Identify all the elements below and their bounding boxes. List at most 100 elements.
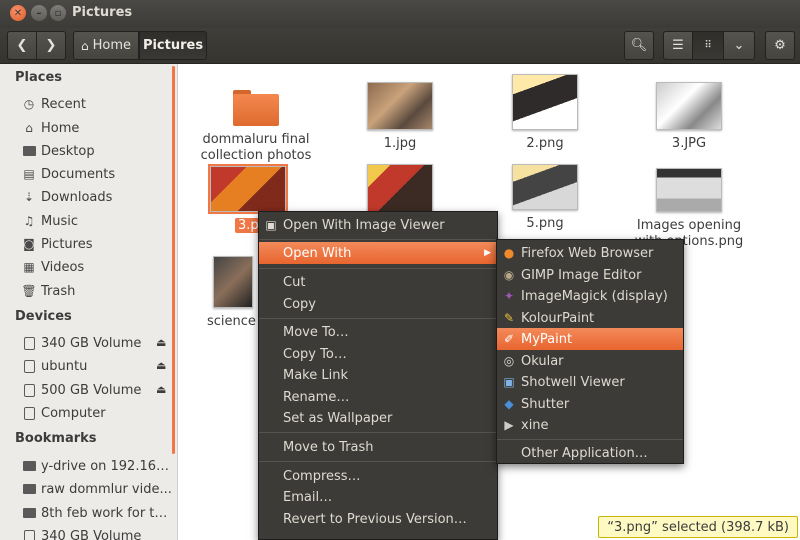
- grid-view-button[interactable]: ⠿: [692, 31, 724, 60]
- app-item-other-application[interactable]: Other Application…: [497, 442, 683, 464]
- maximize-window-button[interactable]: ▫: [50, 5, 66, 21]
- eject-icon[interactable]: ⏏: [156, 383, 166, 396]
- clock-icon: ◷: [23, 97, 35, 111]
- sidebar-item-500gb-volume[interactable]: 500 GB Volume: [22, 379, 174, 401]
- menu-item-open-with[interactable]: Open With ▶: [259, 242, 497, 264]
- minimize-window-button[interactable]: –: [31, 5, 47, 21]
- firefox-icon: ●: [503, 246, 515, 260]
- image-thumbnail: [367, 82, 433, 130]
- okular-icon: ◎: [503, 354, 515, 368]
- folder-icon: [22, 146, 36, 156]
- film-icon: ▦: [23, 260, 35, 274]
- gimp-icon: ◉: [503, 268, 515, 282]
- settings-button[interactable]: ⚙: [765, 31, 795, 60]
- sidebar-item-downloads[interactable]: ⇣ Downloads: [22, 186, 174, 208]
- image-viewer-icon: ▣: [265, 218, 277, 232]
- sidebar-heading-places: Places: [15, 70, 63, 85]
- sidebar-item-documents[interactable]: ▤ Documents: [22, 163, 174, 185]
- menu-item-move-to-trash[interactable]: Move to Trash: [259, 436, 497, 458]
- sidebar-item-ubuntu[interactable]: ubuntu: [22, 355, 174, 377]
- app-item-mypaint[interactable]: ✐ MyPaint: [497, 328, 683, 350]
- app-item-shotwell[interactable]: ▣ Shotwell Viewer: [497, 371, 683, 393]
- sidebar-item-desktop[interactable]: Desktop: [22, 140, 174, 162]
- menu-item-open-with-image-viewer[interactable]: ▣ Open With Image Viewer: [259, 214, 497, 236]
- sidebar-item-recent[interactable]: ◷ Recent: [22, 93, 174, 115]
- file-item[interactable]: [335, 164, 465, 214]
- app-item-xine[interactable]: ▶ xine: [497, 414, 683, 436]
- forward-button[interactable]: ❯: [36, 31, 66, 60]
- app-item-firefox[interactable]: ● Firefox Web Browser: [497, 242, 683, 264]
- chevron-right-icon: ❯: [45, 38, 57, 53]
- file-item[interactable]: 5.png: [480, 164, 610, 232]
- file-item[interactable]: Images opening with options.png: [624, 168, 754, 250]
- drive-icon: [22, 359, 36, 373]
- sidebar: Places ◷ Recent ⌂ Home Desktop ▤ Documents …: [0, 64, 178, 540]
- menu-item-compress[interactable]: Compress…: [259, 465, 497, 487]
- back-button[interactable]: ❮: [7, 31, 37, 60]
- menu-separator: [497, 439, 683, 440]
- context-menu: ▣ Open With Image Viewer Open With ▶ Cut C…: [258, 211, 498, 540]
- close-window-button[interactable]: ✕: [10, 5, 26, 21]
- sidebar-item-computer[interactable]: Computer: [22, 402, 174, 424]
- file-item[interactable]: 1.jpg: [335, 82, 465, 152]
- menu-item-copy[interactable]: Copy: [259, 293, 497, 315]
- toolbar: ❮ ❯ ⌂ Home Pictures 🔍︎ ☰ ⠿ ⌄ ⚙: [0, 28, 800, 64]
- list-icon: ☰: [672, 38, 684, 53]
- sidebar-item-videos[interactable]: ▦ Videos: [22, 256, 174, 278]
- view-options-button[interactable]: ⌄: [723, 31, 755, 60]
- image-thumbnail: [512, 74, 578, 130]
- menu-item-cut[interactable]: Cut: [259, 271, 497, 293]
- eject-icon[interactable]: ⏏: [156, 359, 166, 372]
- search-icon: 🔍︎: [630, 38, 648, 53]
- app-item-imagemagick[interactable]: ✦ ImageMagick (display): [497, 285, 683, 307]
- breadcrumb-home[interactable]: ⌂ Home: [73, 31, 139, 60]
- image-thumbnail: [656, 168, 722, 212]
- image-thumbnail: [213, 256, 253, 308]
- window-title: Pictures: [72, 5, 133, 20]
- app-item-gimp[interactable]: ◉ GIMP Image Editor: [497, 264, 683, 286]
- image-thumbnail: [656, 82, 722, 130]
- menu-item-move-to[interactable]: Move To…: [259, 321, 497, 343]
- menu-separator: [259, 318, 497, 319]
- breadcrumb-pictures[interactable]: Pictures: [139, 31, 207, 60]
- list-view-button[interactable]: ☰: [663, 31, 693, 60]
- file-item[interactable]: 3.JPG: [624, 82, 754, 152]
- menu-item-make-link[interactable]: Make Link: [259, 364, 497, 386]
- app-item-kolourpaint[interactable]: ✎ KolourPaint: [497, 307, 683, 329]
- eject-icon[interactable]: ⏏: [156, 336, 166, 349]
- file-item-folder[interactable]: dommaluru final collection photos: [191, 78, 321, 164]
- menu-item-rename[interactable]: Rename…: [259, 386, 497, 408]
- sidebar-item-bookmark[interactable]: raw dommlur vide...: [22, 478, 174, 500]
- sidebar-item-trash[interactable]: 🗑︎ Trash: [22, 280, 174, 302]
- menu-separator: [259, 461, 497, 462]
- trash-icon: 🗑︎: [22, 284, 37, 298]
- drive-icon: [22, 336, 36, 350]
- app-item-shutter[interactable]: ◆ Shutter: [497, 393, 683, 415]
- menu-item-email[interactable]: Email…: [259, 486, 497, 508]
- sidebar-item-bookmark[interactable]: 340 GB Volume: [22, 525, 174, 540]
- file-name: science l: [207, 314, 264, 329]
- grid-icon: ⠿: [704, 40, 712, 51]
- camera-icon: ◙: [23, 237, 35, 251]
- sidebar-item-home[interactable]: ⌂ Home: [22, 117, 174, 139]
- menu-item-copy-to[interactable]: Copy To…: [259, 343, 497, 365]
- folder-icon: [22, 508, 36, 518]
- menu-item-revert[interactable]: Revert to Previous Version…: [259, 508, 497, 530]
- sidebar-item-bookmark[interactable]: y-drive on 192.168....: [22, 455, 174, 477]
- sidebar-item-340gb-volume[interactable]: 340 GB Volume: [22, 332, 174, 354]
- file-name: 3.JPG: [671, 136, 707, 151]
- sidebar-item-music[interactable]: ♫ Music: [22, 210, 174, 232]
- xine-icon: ▶: [504, 418, 514, 432]
- menu-separator: [259, 268, 497, 269]
- sidebar-heading-bookmarks: Bookmarks: [15, 431, 97, 446]
- search-button[interactable]: 🔍︎: [624, 31, 654, 60]
- file-name: 1.jpg: [383, 136, 417, 151]
- file-item[interactable]: 2.png: [480, 74, 610, 152]
- sidebar-item-bookmark[interactable]: 8th feb work for th...: [22, 502, 174, 524]
- folder-icon: [22, 461, 36, 471]
- menu-item-set-as-wallpaper[interactable]: Set as Wallpaper: [259, 407, 497, 429]
- app-item-okular[interactable]: ◎ Okular: [497, 350, 683, 372]
- drive-icon: [22, 529, 36, 540]
- folder-icon: [233, 90, 279, 126]
- sidebar-item-pictures[interactable]: ◙ Pictures: [22, 233, 174, 255]
